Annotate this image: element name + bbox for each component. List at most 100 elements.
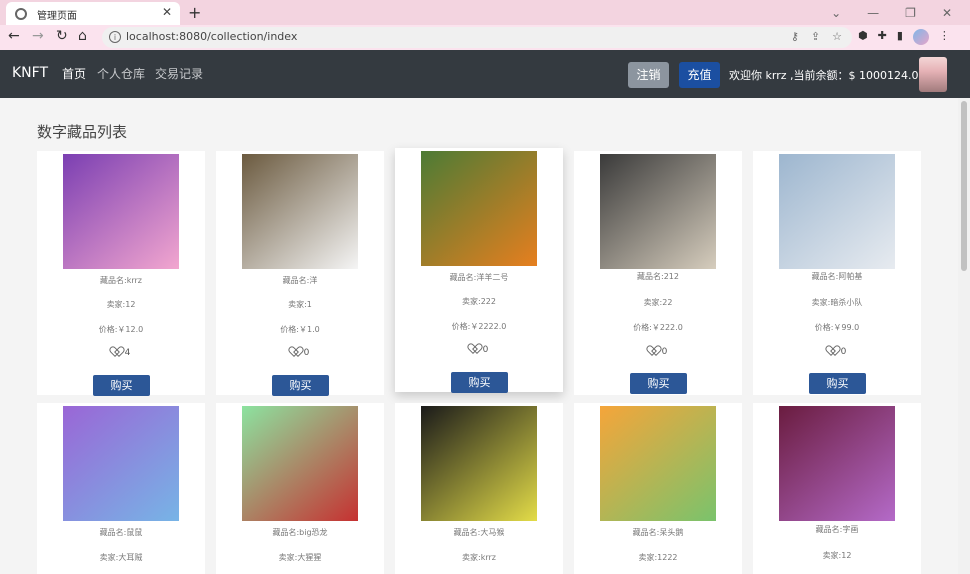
puzzle-icon[interactable]: ✚ bbox=[878, 29, 887, 45]
like-count[interactable]: 4 bbox=[37, 347, 205, 358]
collection-card: 藏品名:呆头鹅 卖家:1222 bbox=[574, 403, 742, 574]
likes-value: 0 bbox=[482, 345, 489, 355]
main-content: 数字藏品列表 藏品名:krrz 卖家:12 价格:￥12.0 4 购买 藏品名:… bbox=[0, 98, 970, 574]
item-name: 藏品名:big恐龙 bbox=[272, 528, 328, 537]
key-icon[interactable]: ⚷ bbox=[791, 30, 799, 43]
likes-value: 0 bbox=[303, 348, 310, 358]
buy-button[interactable]: 购买 bbox=[630, 373, 687, 394]
heart-icon[interactable] bbox=[112, 347, 122, 356]
address-bar[interactable]: i localhost:8080/collection/index ⚷ ⇪ ☆ bbox=[102, 27, 852, 48]
collection-image[interactable] bbox=[421, 151, 537, 266]
menu-icon[interactable]: ⋮ bbox=[939, 29, 950, 45]
price: 价格:￥99.0 bbox=[814, 323, 860, 332]
sidepanel-icon[interactable]: ▮ bbox=[897, 29, 903, 45]
collection-image[interactable] bbox=[779, 154, 895, 269]
collection-image[interactable] bbox=[600, 154, 716, 269]
item-name: 藏品名:洋 bbox=[282, 276, 318, 285]
buy-button[interactable]: 购买 bbox=[272, 375, 329, 396]
seller: 卖家:大猩猩 bbox=[278, 553, 322, 562]
url-text[interactable]: localhost:8080/collection/index bbox=[126, 30, 297, 43]
collection-image[interactable] bbox=[421, 406, 537, 521]
buy-button[interactable]: 购买 bbox=[809, 373, 866, 394]
like-count[interactable]: 0 bbox=[216, 347, 384, 358]
logout-button[interactable]: 注销 bbox=[628, 62, 669, 88]
heart-icon[interactable] bbox=[649, 346, 659, 355]
extension-icons: ⬢ ✚ ▮ ⋮ bbox=[858, 29, 950, 45]
brand-logo[interactable]: KNFT bbox=[12, 65, 48, 81]
profile-icon[interactable] bbox=[912, 29, 929, 45]
price: 价格:￥222.0 bbox=[633, 323, 683, 332]
nav-link-home[interactable]: 首页 bbox=[62, 65, 86, 82]
globe-icon bbox=[15, 8, 27, 20]
like-count[interactable]: 0 bbox=[395, 344, 563, 355]
extension-icon[interactable]: ⬢ bbox=[858, 29, 868, 45]
item-name: 藏品名:大马猴 bbox=[453, 528, 505, 537]
collection-card: 藏品名:洋 卖家:1 价格:￥1.0 0 购买 bbox=[216, 151, 384, 396]
browser-tab[interactable]: 管理页面 ✕ bbox=[6, 2, 180, 25]
buy-button[interactable]: 购买 bbox=[93, 375, 150, 396]
share-icon[interactable]: ⇪ bbox=[811, 30, 820, 43]
collection-card: 藏品名:big恐龙 卖家:大猩猩 bbox=[216, 403, 384, 574]
scrollbar[interactable] bbox=[958, 98, 970, 574]
collection-card: 藏品名:鼠鼠 卖家:大耳贼 bbox=[37, 403, 205, 574]
page-title: 数字藏品列表 bbox=[37, 123, 128, 141]
price: 价格:￥12.0 bbox=[98, 325, 144, 334]
price: 价格:￥2222.0 bbox=[451, 322, 507, 331]
nav-link-transactions[interactable]: 交易记录 bbox=[155, 65, 203, 82]
tab-strip: 管理页面 ✕ + ⌄ — ❐ ✕ bbox=[0, 0, 970, 25]
price: 价格:￥1.0 bbox=[280, 325, 320, 334]
home-icon[interactable]: ⌂ bbox=[78, 28, 87, 44]
collection-image[interactable] bbox=[242, 406, 358, 521]
forward-button[interactable]: → bbox=[32, 28, 44, 44]
browser-toolbar: ← → ↻ ⌂ i localhost:8080/collection/inde… bbox=[0, 25, 970, 50]
item-name: 藏品名:阿帕基 bbox=[811, 272, 863, 281]
like-count[interactable]: 0 bbox=[753, 346, 921, 357]
item-name: 藏品名:洋羊二号 bbox=[449, 273, 509, 282]
collection-image[interactable] bbox=[600, 406, 716, 521]
heart-icon[interactable] bbox=[291, 347, 301, 356]
close-icon[interactable]: ✕ bbox=[162, 5, 172, 19]
collection-image[interactable] bbox=[63, 406, 179, 521]
buy-button[interactable]: 购买 bbox=[451, 372, 508, 393]
minimize-button[interactable]: — bbox=[867, 6, 879, 20]
back-button[interactable]: ← bbox=[8, 28, 20, 44]
window-controls: ⌄ — ❐ ✕ bbox=[831, 0, 970, 25]
item-name: 藏品名:鼠鼠 bbox=[99, 528, 143, 537]
item-name: 藏品名:字画 bbox=[815, 525, 859, 534]
info-icon[interactable]: i bbox=[109, 31, 121, 43]
seller: 卖家:暗杀小队 bbox=[811, 298, 863, 307]
item-name: 藏品名:呆头鹅 bbox=[632, 528, 684, 537]
avatar[interactable] bbox=[919, 57, 947, 92]
collection-card: 藏品名:大马猴 卖家:krrz bbox=[395, 403, 563, 574]
seller: 卖家:12 bbox=[106, 300, 136, 309]
recharge-button[interactable]: 充值 bbox=[679, 62, 720, 88]
collection-card: 藏品名:字画 卖家:12 bbox=[753, 403, 921, 574]
chevron-down-icon[interactable]: ⌄ bbox=[831, 6, 841, 20]
seller: 卖家:22 bbox=[643, 298, 673, 307]
scrollbar-thumb[interactable] bbox=[961, 101, 967, 271]
new-tab-button[interactable]: + bbox=[188, 3, 201, 22]
app-navbar: KNFT 首页 个人仓库 交易记录 注销 充值 欢迎你 krrz ,当前余额：$… bbox=[0, 50, 970, 98]
seller: 卖家:krrz bbox=[462, 553, 496, 562]
seller: 卖家:1222 bbox=[638, 553, 678, 562]
collection-image[interactable] bbox=[242, 154, 358, 269]
seller: 卖家:1 bbox=[288, 300, 312, 309]
collection-image[interactable] bbox=[63, 154, 179, 269]
item-name: 藏品名:krrz bbox=[100, 276, 142, 285]
tab-title: 管理页面 bbox=[37, 11, 77, 22]
likes-value: 0 bbox=[661, 347, 668, 357]
star-icon[interactable]: ☆ bbox=[832, 30, 842, 43]
seller: 卖家:222 bbox=[462, 297, 496, 306]
nav-link-warehouse[interactable]: 个人仓库 bbox=[97, 65, 145, 82]
collection-image[interactable] bbox=[779, 406, 895, 521]
close-window-button[interactable]: ✕ bbox=[942, 6, 952, 20]
reload-button[interactable]: ↻ bbox=[56, 28, 68, 44]
heart-icon[interactable] bbox=[470, 344, 480, 353]
heart-icon[interactable] bbox=[828, 346, 838, 355]
collection-card: 藏品名:洋羊二号 卖家:222 价格:￥2222.0 0 购买 bbox=[395, 148, 563, 393]
restore-button[interactable]: ❐ bbox=[905, 6, 916, 20]
seller: 卖家:大耳贼 bbox=[99, 553, 143, 562]
seller: 卖家:12 bbox=[822, 551, 852, 560]
welcome-balance: 欢迎你 krrz ,当前余额：$ 1000124.0 bbox=[729, 69, 919, 82]
like-count[interactable]: 0 bbox=[574, 346, 742, 357]
